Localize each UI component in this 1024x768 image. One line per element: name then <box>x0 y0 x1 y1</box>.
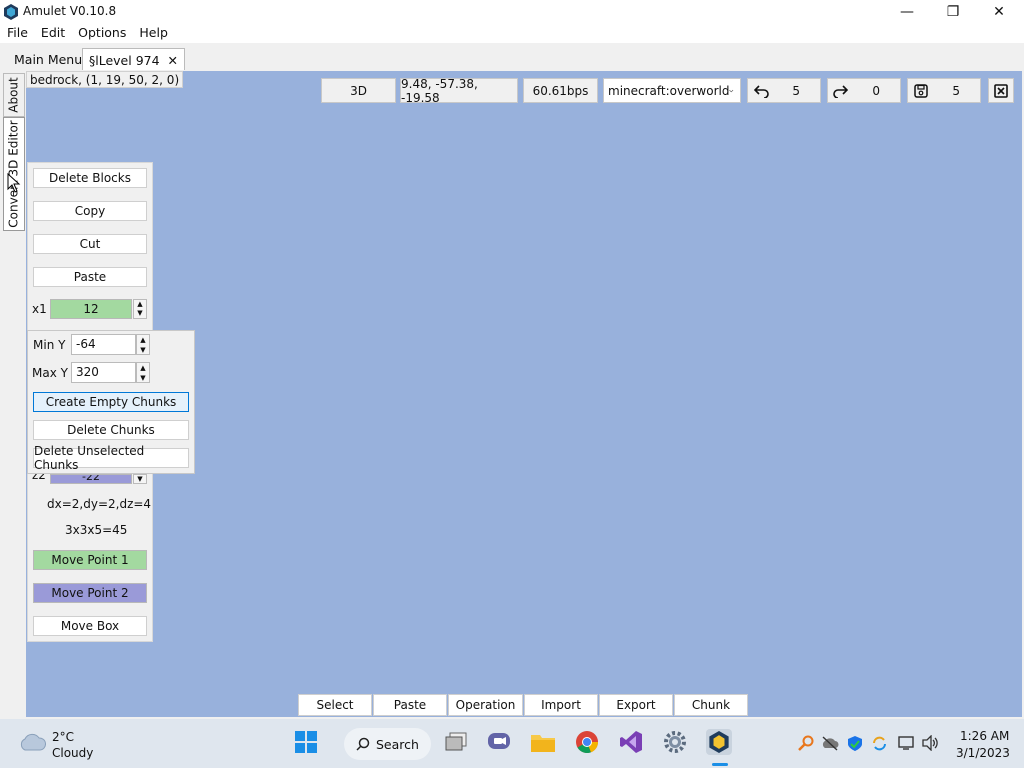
x1-stepper[interactable]: ▲ ▼ <box>133 299 147 319</box>
search-tray-icon[interactable] <box>798 735 814 751</box>
selection-volume: 3x3x5=45 <box>65 523 128 537</box>
clock-date[interactable]: 3/1/2023 <box>956 746 1010 760</box>
min-y-label: Min Y <box>33 338 66 352</box>
menu-edit[interactable]: Edit <box>41 24 73 43</box>
move-point-2-button[interactable]: Move Point 2 <box>33 583 147 603</box>
task-view-icon[interactable] <box>443 729 469 755</box>
chevron-down-icon <box>729 89 734 92</box>
teams-chat-icon[interactable] <box>486 729 512 755</box>
redo-count: 0 <box>872 83 880 98</box>
create-empty-chunks-button[interactable]: Create Empty Chunks <box>33 392 189 412</box>
max-y-input[interactable]: 320 <box>71 362 136 383</box>
windows-start-icon[interactable] <box>293 729 319 755</box>
undo-icon <box>754 84 769 98</box>
clock-time[interactable]: 1:26 AM <box>960 729 1009 743</box>
side-tab-about-label: About <box>7 77 22 113</box>
taskbar-search[interactable]: Search <box>344 728 431 760</box>
min-y-stepper[interactable]: ▲ ▼ <box>136 334 150 355</box>
max-y-stepper[interactable]: ▲ ▼ <box>136 362 150 383</box>
amulet-taskbar-icon[interactable] <box>706 729 732 755</box>
cut-button[interactable]: Cut <box>33 234 147 254</box>
tool-paste-button[interactable]: Paste <box>373 694 447 716</box>
menu-options[interactable]: Options <box>78 24 134 43</box>
tool-export-button[interactable]: Export <box>599 694 673 716</box>
menu-help[interactable]: Help <box>139 24 176 43</box>
paste-button[interactable]: Paste <box>33 267 147 287</box>
security-shield-icon[interactable] <box>847 735 863 752</box>
tab-level-label: §lLevel 974 <box>89 53 160 68</box>
x1-input[interactable]: 12 <box>50 299 132 319</box>
delete-chunks-button[interactable]: Delete Chunks <box>33 420 189 440</box>
block-info-label: bedrock, (1, 19, 50, 2, 0) <box>26 71 184 88</box>
settings-gear-icon[interactable] <box>662 729 688 755</box>
tab-close-icon[interactable]: ✕ <box>168 53 178 68</box>
restore-button[interactable]: ❐ <box>930 0 976 24</box>
search-label: Search <box>376 736 419 752</box>
volume-icon[interactable] <box>921 735 939 751</box>
dimension-select-value: minecraft:overworld <box>608 83 730 98</box>
active-app-indicator <box>712 763 728 766</box>
title-bar <box>0 0 1024 24</box>
x1-label: x1 <box>32 302 47 316</box>
dimension-select[interactable]: minecraft:overworld <box>603 78 741 103</box>
move-point-1-button[interactable]: Move Point 1 <box>33 550 147 570</box>
save-icon <box>914 83 928 98</box>
delete-unselected-chunks-button[interactable]: Delete Unselected Chunks <box>33 444 189 472</box>
cloud-icon <box>20 733 46 751</box>
chrome-icon[interactable] <box>574 729 600 755</box>
selection-dimensions: dx=2,dy=2,dz=4 <box>47 497 152 511</box>
move-box-button[interactable]: Move Box <box>33 616 147 636</box>
tool-import-button[interactable]: Import <box>524 694 598 716</box>
menu-file[interactable]: File <box>7 24 36 43</box>
menu-bar: File Edit Options Help <box>0 24 1024 43</box>
tool-chunk-button[interactable]: Chunk <box>674 694 748 716</box>
weather-description[interactable]: Cloudy <box>52 746 93 760</box>
tool-operation-button[interactable]: Operation <box>448 694 523 716</box>
amulet-app-icon <box>4 4 18 20</box>
window-title: Amulet V0.10.8 <box>23 4 117 18</box>
min-y-input[interactable]: -64 <box>71 334 136 355</box>
save-button[interactable]: 5 <box>907 78 981 103</box>
tool-select-button[interactable]: Select <box>298 694 372 716</box>
tab-main-menu[interactable]: Main Menu <box>8 48 88 70</box>
z2-input[interactable]: -22 <box>50 474 132 484</box>
redo-button[interactable]: 0 <box>827 78 901 103</box>
copy-button[interactable]: Copy <box>33 201 147 221</box>
redo-icon <box>833 84 848 98</box>
visual-studio-icon[interactable] <box>618 729 644 755</box>
sync-icon[interactable] <box>871 735 888 752</box>
onedrive-icon[interactable] <box>821 735 839 751</box>
weather-temperature[interactable]: 2°C <box>52 730 74 744</box>
camera-speed-field[interactable]: 60.61bps <box>523 78 598 103</box>
delete-blocks-button[interactable]: Delete Blocks <box>33 168 147 188</box>
file-explorer-icon[interactable] <box>530 729 556 755</box>
undo-button[interactable]: 5 <box>747 78 821 103</box>
close-window-button[interactable]: ✕ <box>976 0 1022 24</box>
camera-position-field[interactable]: 9.48, -57.38, -19.58 <box>400 77 518 105</box>
search-icon <box>356 737 370 751</box>
close-box-icon <box>994 83 1008 98</box>
mouse-cursor-icon <box>7 173 21 193</box>
side-tab-about[interactable]: About <box>3 73 25 117</box>
close-world-button[interactable] <box>988 78 1014 103</box>
minimize-button[interactable]: — <box>884 0 930 24</box>
save-count: 5 <box>952 83 960 98</box>
display-icon[interactable] <box>898 735 916 751</box>
z2-stepper[interactable]: ▼ <box>133 474 147 484</box>
tab-level[interactable]: §lLevel 974 ✕ <box>82 48 186 70</box>
undo-count: 5 <box>792 83 800 98</box>
view-mode-button[interactable]: 3D <box>321 78 396 103</box>
max-y-label: Max Y <box>32 366 68 380</box>
